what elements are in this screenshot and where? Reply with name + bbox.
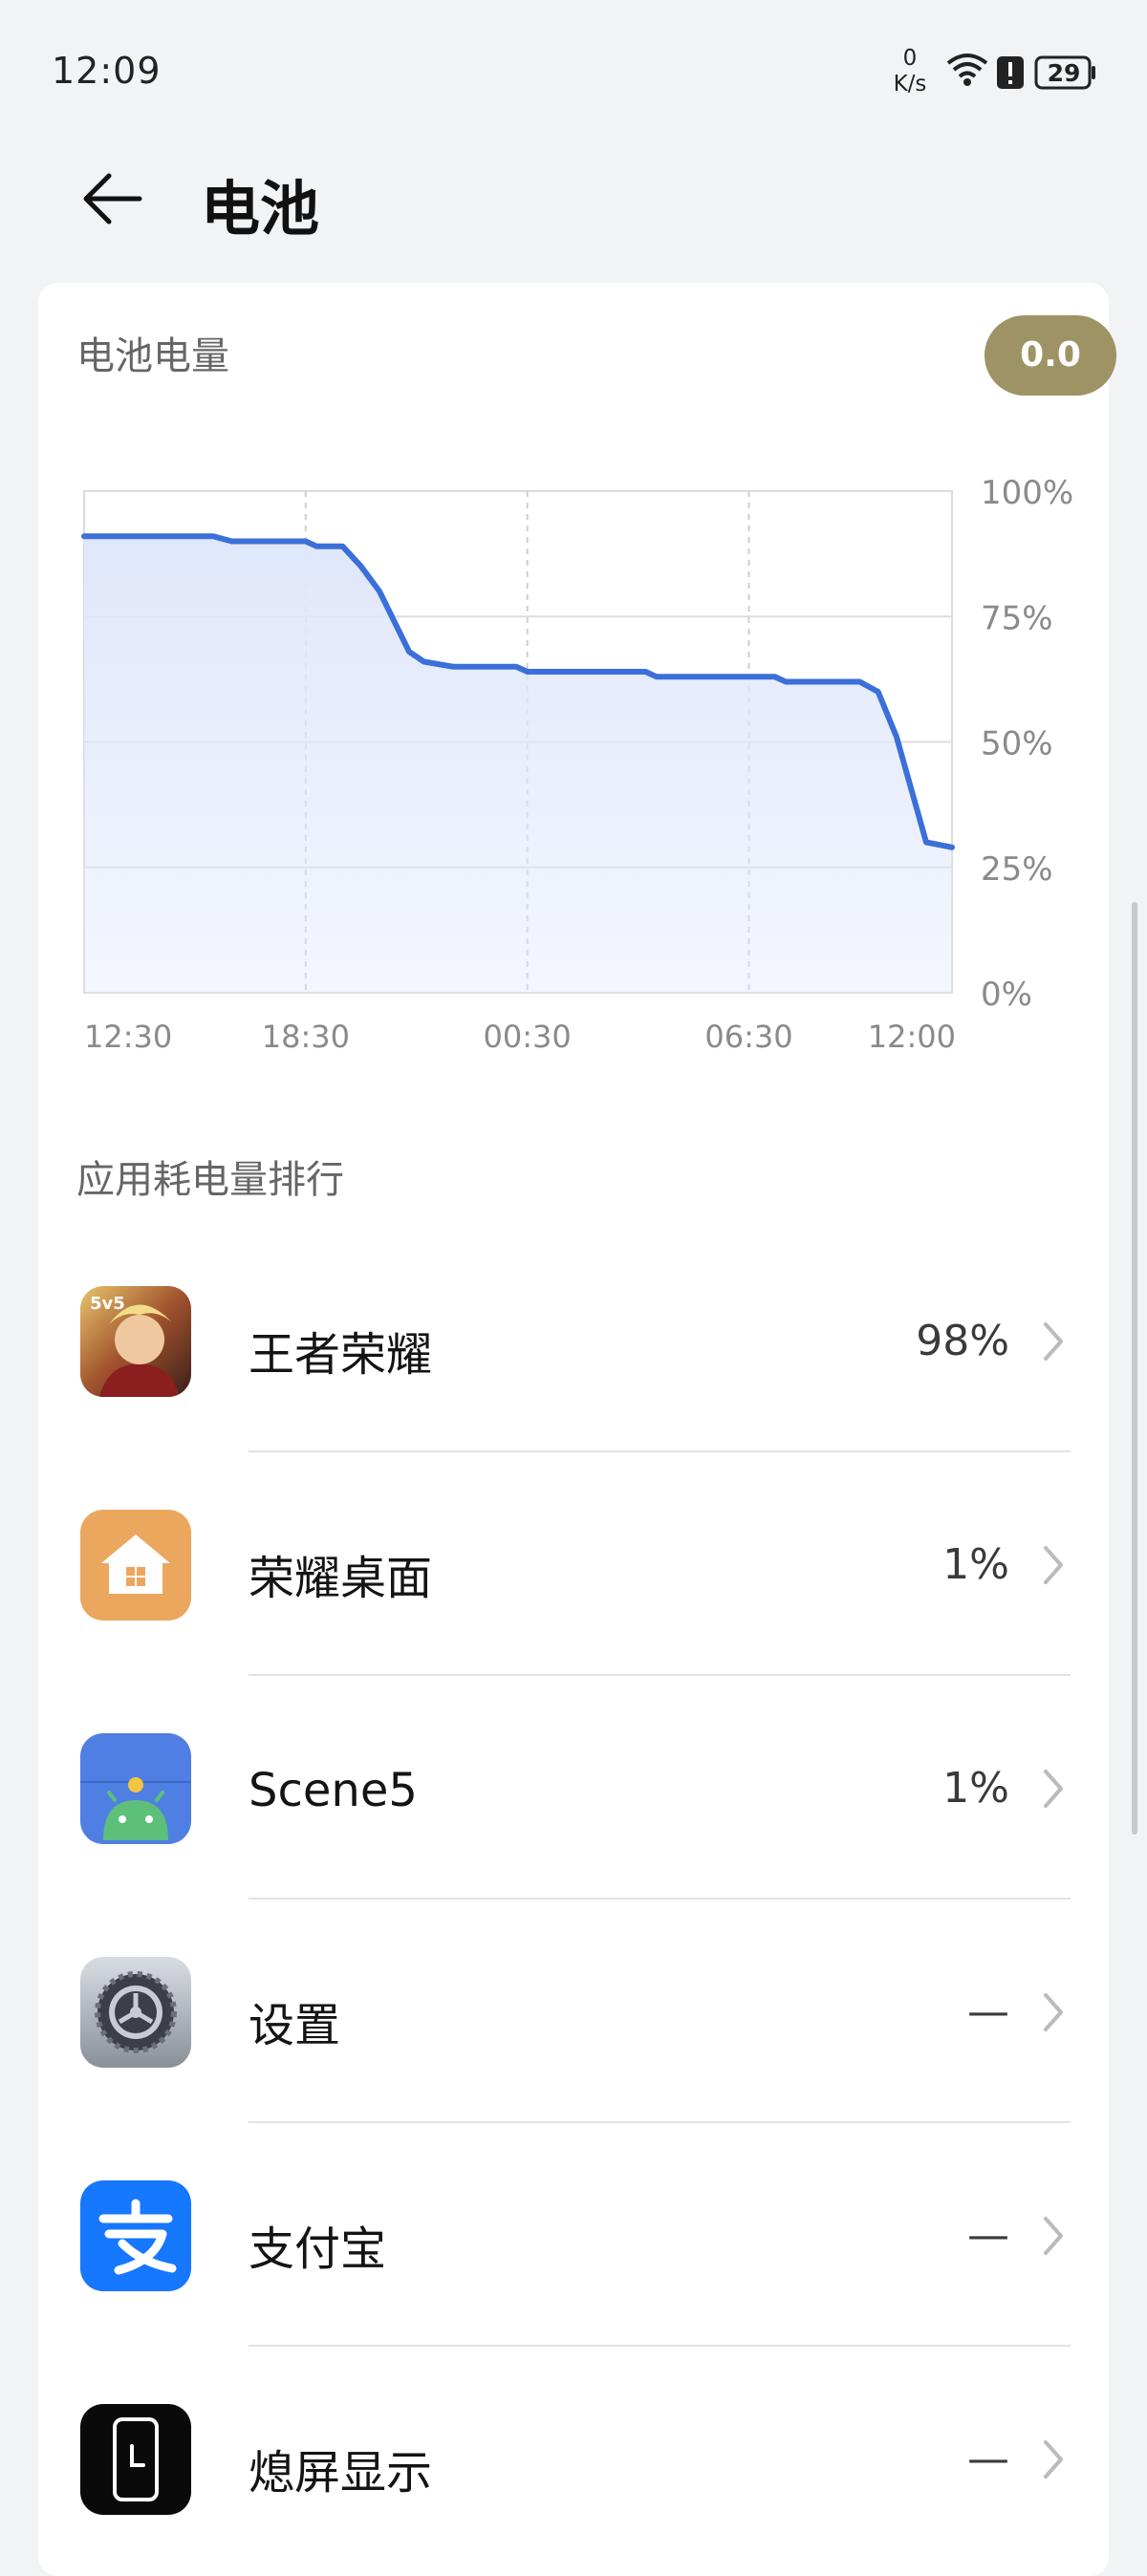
y-tick-label: 50% bbox=[981, 725, 1053, 763]
app-name: Scene5 bbox=[249, 1764, 418, 1817]
app-name: 王者荣耀 bbox=[249, 1328, 433, 1382]
y-tick-label: 75% bbox=[981, 599, 1053, 637]
chevron-right-icon bbox=[1044, 2440, 1063, 2479]
x-tick-label: 12:30 bbox=[84, 1019, 172, 1055]
app-usage: — bbox=[967, 2211, 1009, 2260]
app-row[interactable]: 5v5 王者荣耀 98% bbox=[38, 1229, 1109, 1452]
android-icon bbox=[80, 1733, 191, 1844]
house-icon bbox=[80, 1510, 191, 1621]
y-tick-label: 0% bbox=[981, 976, 1032, 1014]
battery-chart: 100% 75% 50% 25% 0% 12:30 18:30 00:30 06:30 12:00 bbox=[81, 474, 1073, 1055]
x-tick-label: 12:00 bbox=[868, 1019, 956, 1055]
chevron-right-icon bbox=[1044, 1322, 1063, 1361]
x-tick-label: 18:30 bbox=[262, 1019, 350, 1055]
game-hero-icon: 5v5 bbox=[80, 1286, 191, 1397]
app-row[interactable]: Scene5 1% bbox=[38, 1676, 1109, 1900]
app-row[interactable]: 设置 — bbox=[38, 1900, 1109, 2123]
chevron-right-icon bbox=[1044, 1546, 1063, 1584]
svg-text:5v5: 5v5 bbox=[90, 1294, 125, 1314]
app-name: 设置 bbox=[249, 1999, 341, 2052]
chevron-right-icon bbox=[1044, 2217, 1063, 2255]
y-tick-label: 100% bbox=[981, 474, 1073, 512]
app-row[interactable]: 支付宝 — bbox=[38, 2123, 1109, 2347]
x-tick-label: 06:30 bbox=[704, 1019, 792, 1055]
chevron-right-icon bbox=[1044, 1770, 1063, 1808]
app-ranking-title: 应用耗电量排行 bbox=[76, 1158, 344, 1202]
app-usage: 1% bbox=[942, 1764, 1009, 1813]
app-usage: — bbox=[967, 2435, 1009, 2483]
y-tick-label: 25% bbox=[981, 850, 1053, 889]
app-row[interactable]: 熄屏显示 — bbox=[38, 2347, 1109, 2570]
app-row[interactable]: 荣耀桌面 1% bbox=[38, 1452, 1109, 1676]
chevron-right-icon bbox=[1044, 1993, 1063, 2031]
app-usage: — bbox=[967, 1987, 1009, 2036]
battery-area bbox=[84, 536, 952, 993]
x-tick-label: 00:30 bbox=[484, 1019, 572, 1055]
gear-icon bbox=[80, 1957, 191, 2068]
scrollbar[interactable] bbox=[1132, 902, 1137, 1835]
app-name: 荣耀桌面 bbox=[249, 1552, 433, 1605]
app-usage: 1% bbox=[942, 1540, 1009, 1589]
alipay-icon bbox=[80, 2180, 191, 2291]
clock-phone-icon bbox=[80, 2404, 191, 2515]
app-usage: 98% bbox=[916, 1317, 1009, 1365]
app-name: 熄屏显示 bbox=[249, 2446, 433, 2500]
app-name: 支付宝 bbox=[249, 2222, 387, 2276]
